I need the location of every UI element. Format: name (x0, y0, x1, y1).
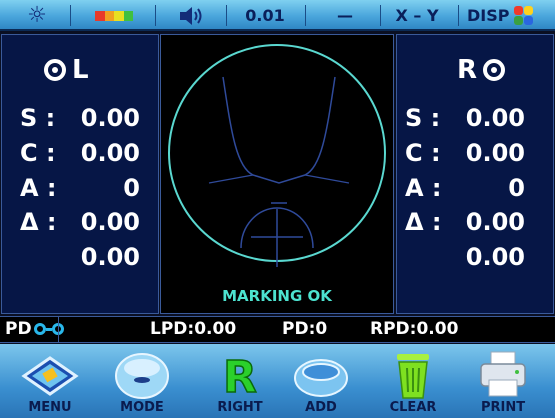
print-icon (477, 350, 529, 404)
sphere-value: 0.00 (465, 104, 525, 132)
divider (226, 5, 227, 26)
lens-ring-icon (44, 59, 66, 81)
right-button[interactable]: R RIGHT (195, 344, 285, 418)
prism-base-row: 0.00 (397, 243, 555, 277)
left-lens-header: L (44, 55, 89, 85)
pd-bar: PD LPD:0.00 PD:0 RPD:0.00 (0, 316, 555, 343)
rpd-value: RPD:0.00 (370, 319, 459, 339)
sphere-row: S : 0.00 (397, 104, 555, 138)
prism-row: Δ : 0.00 (397, 208, 555, 242)
right-lens-panel: R S : 0.00 C : 0.00 A : 0 Δ : 0.00 0.00 (396, 34, 554, 314)
prism-base-row: 0.00 (2, 243, 160, 277)
disp-label: DISP (467, 6, 510, 25)
divider (70, 5, 71, 26)
prism-base-value: 0.00 (465, 243, 525, 271)
cylinder-row: C : 0.00 (397, 139, 555, 173)
axis-label: A : (20, 174, 57, 202)
cylinder-label: C : (405, 139, 441, 167)
xy-mode[interactable]: X – Y (392, 0, 442, 31)
disp-button[interactable]: DISP (467, 0, 534, 31)
prism-row: Δ : 0.00 (2, 208, 160, 242)
axis-value: 0 (123, 174, 140, 202)
glasses-icon (33, 323, 64, 335)
cylinder-label: C : (20, 139, 56, 167)
print-label: PRINT (480, 400, 526, 415)
svg-text:R: R (223, 352, 257, 400)
axis-value: 0 (508, 174, 525, 202)
add-label: ADD (305, 400, 337, 415)
sun-icon[interactable]: ☼ (22, 0, 52, 31)
bottom-toolbar: MENU MODE R RIGHT ADD CLEAR PRINT (0, 344, 555, 418)
divider (380, 5, 381, 26)
right-label: RIGHT (217, 400, 263, 415)
cylinder-row: C : 0.00 (2, 139, 160, 173)
mode-button[interactable]: MODE (97, 344, 187, 418)
dash-indicator[interactable]: — (325, 0, 365, 31)
menu-label: MENU (28, 400, 72, 415)
sphere-label: S : (20, 104, 56, 132)
prism-base-value: 0.00 (80, 243, 140, 271)
right-lens-label: R (457, 55, 478, 85)
prism-value: 0.00 (80, 208, 140, 236)
sphere-value: 0.00 (80, 104, 140, 132)
battery-indicator (95, 11, 133, 21)
clear-button[interactable]: CLEAR (368, 344, 458, 418)
lens-target-view: MARKING OK (160, 34, 394, 314)
lpd-value: LPD:0.00 (150, 319, 237, 339)
prism-label: Δ : (405, 208, 442, 236)
lens-target-graphic (168, 44, 386, 267)
left-lens-panel: L S : 0.00 C : 0.00 A : 0 Δ : 0.00 0.00 (1, 34, 159, 314)
axis-label: A : (405, 174, 442, 202)
battery-segment (104, 11, 114, 21)
divider (305, 5, 306, 26)
battery-segment (95, 11, 105, 21)
pd-indicator[interactable]: PD (5, 319, 64, 339)
divider (155, 5, 156, 26)
axis-row: A : 0 (2, 174, 160, 208)
lens-ring-icon (483, 59, 506, 81)
right-lens-header: R (457, 55, 506, 85)
print-button[interactable]: PRINT (458, 344, 548, 418)
add-icon (291, 350, 351, 404)
divider (58, 317, 59, 342)
add-button[interactable]: ADD (276, 344, 366, 418)
clear-icon (391, 350, 435, 404)
status-bar: ☼ 0.01 — X – Y DISP (0, 0, 555, 31)
divider (458, 5, 459, 26)
battery-segment (123, 11, 133, 21)
step-value[interactable]: 0.01 (240, 0, 290, 31)
cylinder-value: 0.00 (80, 139, 140, 167)
pd-value: PD:0 (282, 319, 328, 339)
marking-status: MARKING OK (222, 287, 332, 305)
mode-icon (112, 350, 172, 404)
mode-label: MODE (120, 400, 164, 415)
pd-label: PD (5, 319, 32, 339)
disp-color-icon (514, 6, 534, 25)
speaker-icon[interactable] (176, 0, 208, 31)
cylinder-value: 0.00 (465, 139, 525, 167)
right-icon: R (215, 350, 265, 404)
left-lens-label: L (72, 55, 89, 85)
menu-icon (20, 350, 80, 402)
sphere-label: S : (405, 104, 441, 132)
battery-segment (114, 11, 124, 21)
prism-value: 0.00 (465, 208, 525, 236)
clear-label: CLEAR (389, 400, 437, 415)
axis-row: A : 0 (397, 174, 555, 208)
sphere-row: S : 0.00 (2, 104, 160, 138)
menu-button[interactable]: MENU (5, 344, 95, 418)
prism-label: Δ : (20, 208, 57, 236)
